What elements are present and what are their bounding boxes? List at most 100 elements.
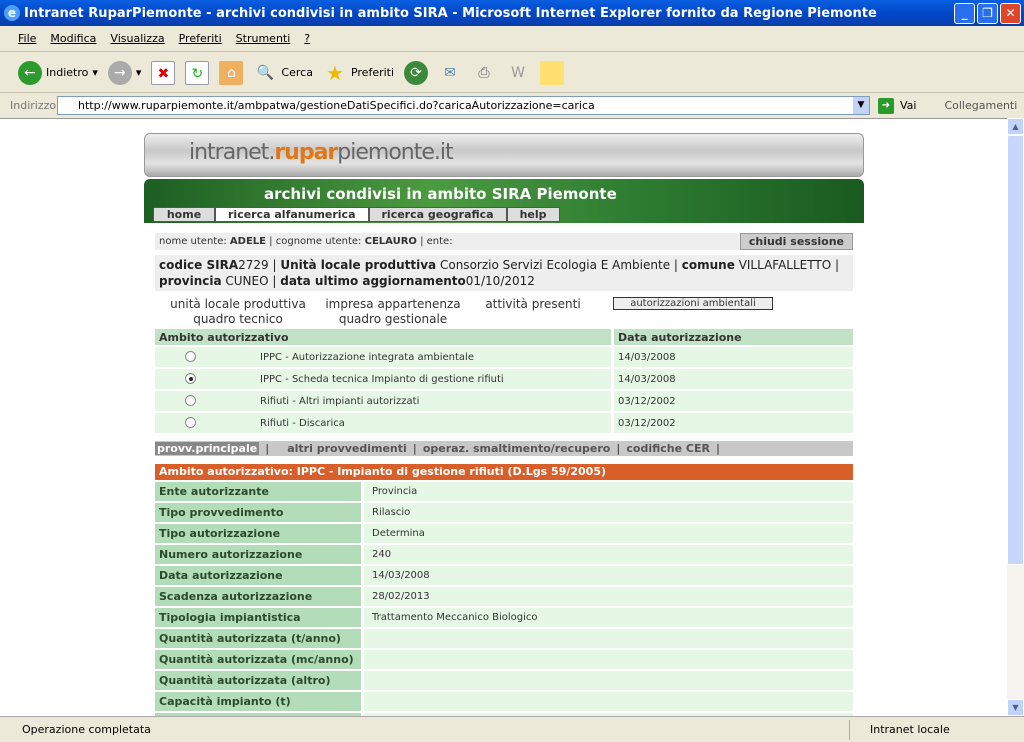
menu-bar: File Modifica Visualizza Preferiti Strum… [0, 26, 1024, 52]
ambito-label: Rifiuti - Altri impianti autorizzati [260, 395, 420, 407]
ambiti-table: Ambito autorizzativo Data autorizzazione … [155, 327, 853, 435]
tab-home[interactable]: home [153, 207, 215, 222]
detail-row: Quantità autorizzata (altro) [155, 671, 853, 690]
go-arrow-icon: ➜ [878, 97, 894, 114]
page-viewport: intranet.ruparpiemonte.it archivi condiv… [0, 118, 1007, 716]
address-label: Indirizzo [10, 99, 57, 112]
go-button[interactable]: ➜ Vai [878, 97, 916, 114]
detail-row: Scadenza autorizzazione 28/02/2013 [155, 587, 853, 606]
link-attivita[interactable]: attività presenti [473, 297, 593, 312]
detail-label: Quantità autorizzata (t/anno) [155, 629, 361, 648]
vertical-scrollbar[interactable]: ▲ ▼ [1007, 118, 1024, 716]
detail-row: Quantità autorizzata (mc/anno) [155, 650, 853, 669]
ambito-cell: Rifiuti - Altri impianti autorizzati [155, 391, 611, 411]
menu-strumenti[interactable]: Strumenti [236, 32, 291, 45]
home-icon[interactable]: ⌂ [219, 60, 244, 85]
user-info: nome utente: ADELE | cognome utente: CEL… [159, 236, 453, 247]
links-button[interactable]: Collegamenti [944, 99, 1017, 112]
ambito-radio[interactable] [185, 417, 196, 429]
detail-value [361, 650, 853, 669]
detail-label: Data autorizzazione [155, 566, 361, 585]
print-icon[interactable]: ⎙ [472, 61, 496, 85]
stop-icon[interactable]: ✖ [151, 60, 176, 85]
page-content: intranet.ruparpiemonte.it archivi condiv… [144, 133, 864, 716]
detail-value: Rilascio [361, 503, 853, 522]
ambito-date: 14/03/2008 [611, 369, 853, 389]
ambito-cell: IPPC - Autorizzazione integrata ambienta… [155, 347, 611, 367]
ambito-radio[interactable] [185, 373, 196, 385]
back-arrow-icon: ← [18, 60, 42, 85]
scroll-up-button[interactable]: ▲ [1007, 118, 1024, 135]
ambito-date: 03/12/2002 [611, 413, 853, 433]
provvedimenti-tabs: provv.principale | altri provvedimenti | o… [155, 441, 853, 456]
site-header: archivi condivisi in ambito SIRA Piemont… [144, 179, 864, 223]
scroll-thumb[interactable] [1007, 135, 1024, 565]
detail-label: Scadenza autorizzazione [155, 587, 361, 606]
maximize-button[interactable]: ❐ [977, 3, 998, 24]
scroll-down-button[interactable]: ▼ [1007, 699, 1024, 716]
menu-preferiti[interactable]: Preferiti [179, 32, 222, 45]
refresh-icon[interactable]: ↻ [185, 60, 210, 85]
tab-ricerca-alfanumerica[interactable]: ricerca alfanumerica [215, 207, 369, 222]
address-input[interactable]: http://www.ruparpiemonte.it/ambpatwa/ges… [57, 96, 870, 115]
menu-help[interactable]: ? [304, 32, 310, 45]
ambito-row[interactable]: Rifiuti - Discarica 03/12/2002 [155, 413, 853, 433]
favorites-label: Preferiti [350, 66, 395, 79]
tab-help[interactable]: help [506, 207, 560, 222]
site-logo: intranet.ruparpiemonte.it [144, 133, 864, 177]
link-unita-locale[interactable]: unità locale produttiva [163, 297, 313, 312]
history-icon[interactable]: ⟳ [404, 60, 429, 85]
menu-visualizza[interactable]: Visualizza [110, 32, 164, 45]
section-title: Ambito autorizzativo: IPPC - Impianto di… [155, 464, 853, 480]
close-button[interactable]: ✕ [1000, 3, 1021, 24]
site-subtitle: archivi condivisi in ambito SIRA Piemont… [264, 185, 617, 203]
tab-altri-provvedimenti[interactable]: altri provvedimenti [287, 442, 407, 455]
ambito-radio[interactable] [185, 351, 196, 363]
search-button[interactable]: 🔍 Cerca [253, 61, 313, 85]
back-button[interactable]: ← Indietro ▾ [18, 60, 98, 85]
address-url[interactable]: http://www.ruparpiemonte.it/ambpatwa/ges… [78, 99, 595, 112]
toolbar: ← Indietro ▾ → ▾ ✖ ↻ ⌂ 🔍 Cerca ★ Preferiti … [0, 53, 1024, 93]
word-icon[interactable]: W [506, 61, 530, 85]
detail-value [361, 671, 853, 690]
tab-operaz[interactable]: operaz. smaltimento/recupero [423, 442, 611, 455]
detail-value [361, 629, 853, 648]
ambito-row[interactable]: IPPC - Autorizzazione integrata ambienta… [155, 347, 853, 367]
menu-file[interactable]: File [18, 32, 36, 45]
link-quadro-gestionale[interactable]: quadro gestionale [313, 312, 473, 327]
note-icon[interactable] [540, 60, 565, 85]
autorizzazioni-button[interactable]: autorizzazioni ambientali [613, 297, 773, 310]
chevron-down-icon[interactable]: ▼ [853, 97, 869, 114]
tab-codifiche-cer[interactable]: codifiche CER [626, 442, 710, 455]
ambito-row[interactable]: IPPC - Scheda tecnica Impianto di gestio… [155, 369, 853, 389]
link-quadro-tecnico[interactable]: quadro tecnico [163, 312, 313, 327]
ambito-date: 14/03/2008 [611, 347, 853, 367]
address-bar: Indirizzo http://www.ruparpiemonte.it/am… [0, 94, 1024, 117]
ambito-label: Rifiuti - Discarica [260, 417, 345, 429]
detail-row: Quantità autorizzata (t/anno) [155, 629, 853, 648]
favorites-button[interactable]: ★ Preferiti [323, 61, 394, 85]
tab-provv-principale[interactable]: provv.principale [155, 442, 260, 455]
ambito-row[interactable]: Rifiuti - Altri impianti autorizzati 03/1… [155, 391, 853, 411]
ambito-radio[interactable] [185, 395, 196, 407]
forward-button[interactable]: → ▾ [107, 60, 141, 85]
detail-value: 14/03/2008 [361, 566, 853, 585]
logout-button[interactable]: chiudi sessione [739, 233, 853, 250]
status-text: Operazione completata [22, 723, 151, 736]
mail-icon[interactable]: ✉ [438, 61, 462, 85]
search-icon: 🔍 [256, 64, 275, 81]
minimize-button[interactable]: _ [954, 3, 975, 24]
tab-ricerca-geografica[interactable]: ricerca geografica [368, 207, 507, 222]
menu-modifica[interactable]: Modifica [50, 32, 96, 45]
detail-row: Tipologia impiantistica Trattamento Mecca… [155, 608, 853, 627]
detail-row: Ente autorizzante Provincia [155, 482, 853, 501]
detail-value: 240 [361, 545, 853, 564]
column-header: Ambito autorizzativo [155, 329, 611, 345]
detail-value: Determina [361, 524, 853, 543]
zone-indicator: Intranet locale [849, 719, 1024, 740]
detail-label: Quantità autorizzata (altro) [155, 671, 361, 690]
link-impresa[interactable]: impresa appartenenza [313, 297, 473, 312]
user-bar: nome utente: ADELE | cognome utente: CEL… [155, 233, 853, 250]
detail-row: Numero autorizzazione 240 [155, 545, 853, 564]
detail-label: Capacità impianto (t) [155, 692, 361, 711]
